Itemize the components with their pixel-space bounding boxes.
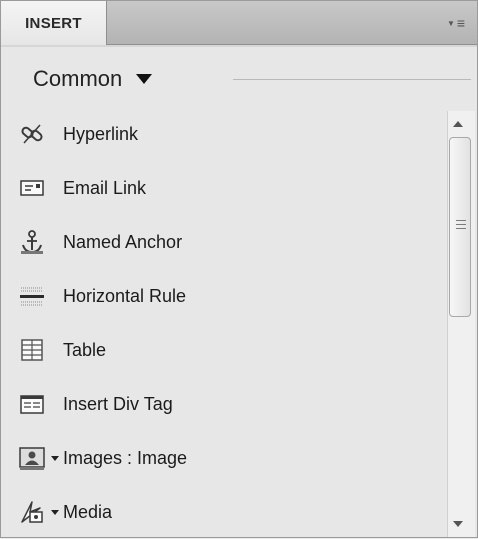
scroll-up-icon[interactable] <box>453 121 463 127</box>
email-link-icon <box>17 173 47 203</box>
list-item-media[interactable]: Media <box>1 485 441 539</box>
chevron-down-icon[interactable] <box>51 455 59 461</box>
list-item-insert-div-tag[interactable]: Insert Div Tag <box>1 377 441 431</box>
panel-options-icon[interactable]: ▼ ≡ <box>443 13 469 33</box>
category-divider <box>233 79 471 80</box>
item-label: Email Link <box>63 177 147 198</box>
item-label: Named Anchor <box>63 231 183 252</box>
list-item-email-link[interactable]: Email Link <box>1 161 441 215</box>
category-bar: Common <box>1 47 477 111</box>
media-icon <box>17 497 47 527</box>
list-item-table[interactable]: Table <box>1 323 441 377</box>
scroll-down-icon[interactable] <box>453 521 463 527</box>
list-item-horizontal-rule[interactable]: Horizontal Rule <box>1 269 441 323</box>
div-tag-icon <box>17 389 47 419</box>
item-label: Insert Div Tag <box>63 393 173 414</box>
panel-tab-strip: INSERT ▼ ≡ <box>1 1 477 45</box>
item-label: Images : Image <box>63 447 188 468</box>
insert-panel: INSERT ▼ ≡ Common Hyperlink Email Link N… <box>0 0 478 538</box>
list-item-hyperlink[interactable]: Hyperlink <box>1 107 441 161</box>
category-dropdown[interactable]: Common <box>33 65 153 93</box>
chevron-down-icon[interactable] <box>51 509 59 515</box>
tab-insert-label: INSERT <box>25 14 82 32</box>
caret-down-icon <box>136 74 153 84</box>
list-item-images[interactable]: Images : Image <box>1 431 441 485</box>
category-label: Common <box>33 66 123 91</box>
item-label: Hyperlink <box>63 123 139 144</box>
vertical-scrollbar[interactable] <box>441 111 477 537</box>
item-label: Table <box>63 339 107 360</box>
hyperlink-icon <box>17 119 47 149</box>
anchor-icon <box>17 227 47 257</box>
scrollbar-thumb[interactable] <box>449 137 471 317</box>
list-item-named-anchor[interactable]: Named Anchor <box>1 215 441 269</box>
horizontal-rule-icon <box>17 281 47 311</box>
grip-icon <box>456 220 466 229</box>
table-icon <box>17 335 47 365</box>
item-label: Horizontal Rule <box>63 285 187 306</box>
insert-items-list: Hyperlink Email Link Named Anchor Horizo… <box>1 111 441 537</box>
item-label: Media <box>63 501 113 522</box>
tab-insert[interactable]: INSERT <box>1 1 107 45</box>
image-icon <box>17 443 47 473</box>
